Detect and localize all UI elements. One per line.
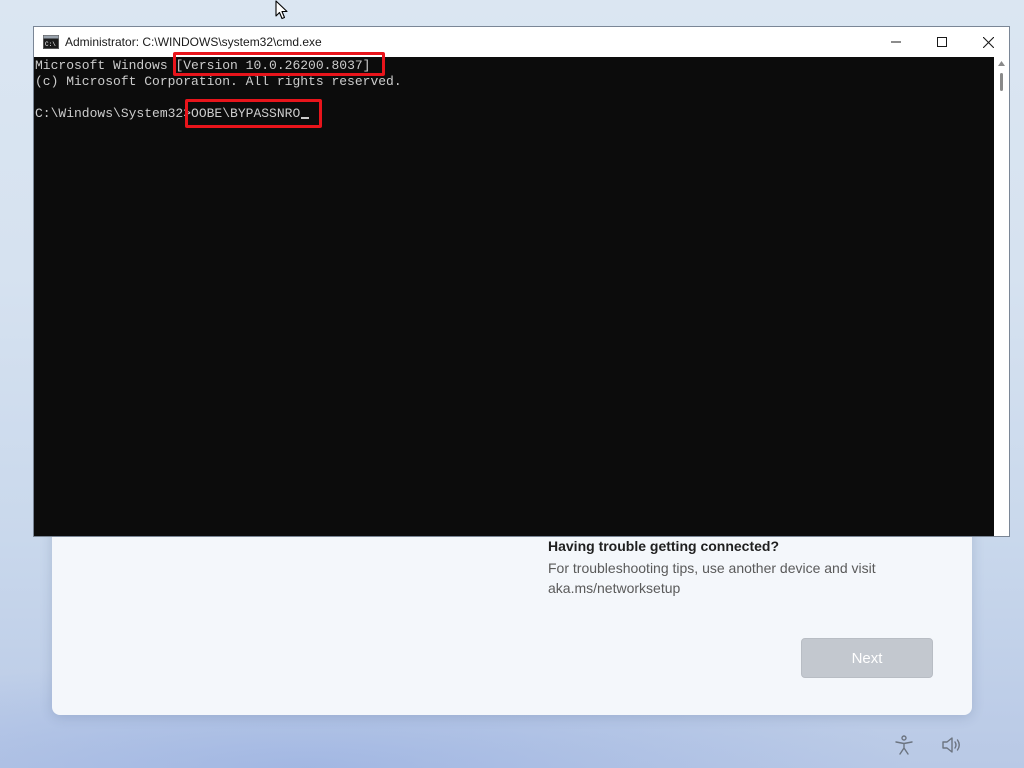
prompt-text: C:\Windows\System32>	[35, 106, 192, 121]
close-icon	[982, 36, 994, 48]
vertical-scrollbar[interactable]	[994, 57, 1009, 536]
console-output[interactable]: Microsoft Windows [Version 10.0.26200.80…	[34, 57, 994, 536]
help-text: For troubleshooting tips, use another de…	[548, 558, 928, 598]
network-setup-link: aka.ms/networksetup	[548, 580, 681, 596]
maximize-icon	[937, 37, 947, 47]
cmd-window[interactable]: C:\ Administrator: C:\WINDOWS\system32\c…	[33, 26, 1010, 537]
maximize-button[interactable]	[919, 27, 965, 57]
cmd-icon: C:\	[43, 35, 59, 49]
scrollbar-thumb[interactable]	[1000, 73, 1003, 91]
close-button[interactable]	[965, 27, 1011, 57]
console-line-copyright: (c) Microsoft Corporation. All rights re…	[35, 74, 402, 89]
accessibility-icon[interactable]	[893, 734, 915, 756]
minimize-icon	[891, 41, 901, 43]
svg-text:C:\: C:\	[45, 41, 56, 48]
os-name-text: Microsoft Windows	[35, 58, 176, 73]
scroll-up-arrow-icon[interactable]	[998, 61, 1005, 66]
mouse-cursor-icon	[275, 0, 288, 20]
minimize-button[interactable]	[873, 27, 919, 57]
help-title: Having trouble getting connected?	[548, 538, 780, 554]
window-title: Administrator: C:\WINDOWS\system32\cmd.e…	[65, 35, 322, 49]
command-highlight-box	[185, 99, 322, 128]
volume-icon[interactable]	[940, 734, 962, 756]
next-button[interactable]: Next	[801, 638, 933, 678]
version-highlight-box	[173, 52, 385, 76]
help-text-line1: For troubleshooting tips, use another de…	[548, 560, 876, 576]
